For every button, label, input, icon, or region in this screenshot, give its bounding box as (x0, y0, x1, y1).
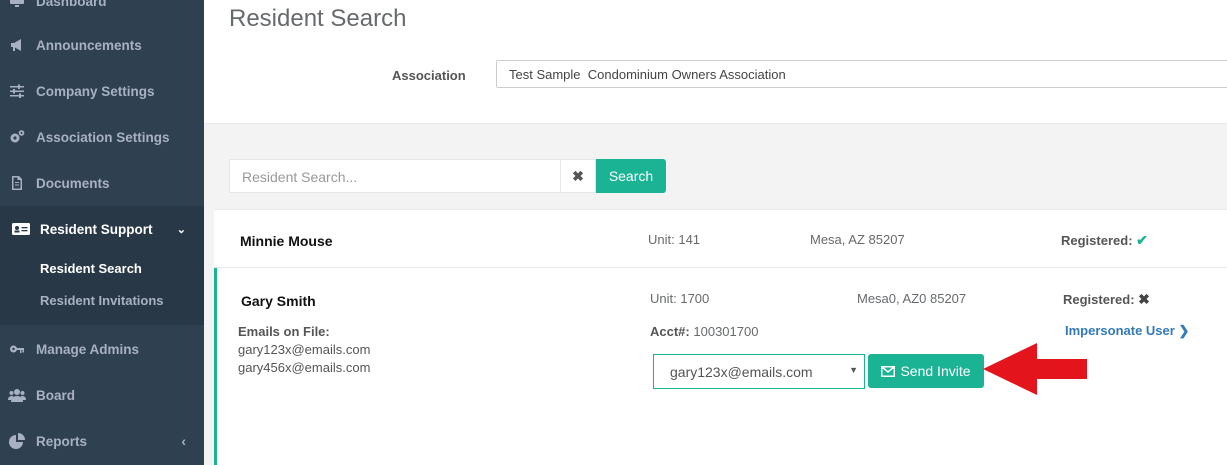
registered-label: Registered: (1063, 292, 1135, 307)
sidebar-item-label: Documents (36, 175, 110, 191)
chevron-down-icon: ⌄ (176, 223, 186, 236)
sidebar: Dashboard Announcements Company Settings… (0, 0, 204, 465)
resident-unit: Unit: 1700 (650, 291, 710, 306)
sidebar-item-label: Company Settings (36, 83, 155, 99)
acct-label: Acct#: (650, 324, 690, 339)
impersonate-user-link[interactable]: Impersonate User ❯ (1065, 323, 1189, 339)
association-value: Test Sample Condominium Owners Associati… (509, 67, 786, 82)
resident-unit: Unit: 141 (648, 232, 701, 247)
registered-label: Registered: (1061, 233, 1133, 248)
sidebar-item-label: Dashboard (36, 0, 107, 9)
page-title: Resident Search (229, 5, 407, 32)
send-invite-label: Send Invite (900, 363, 971, 379)
id-card-icon (12, 221, 30, 237)
sidebar-item-label: Reports (36, 433, 88, 449)
email-item: gary456x@emails.com (238, 360, 371, 375)
sidebar-subitem-resident-invitations[interactable]: Resident Invitations (40, 293, 164, 308)
chevron-left-icon: ‹ (181, 433, 186, 449)
acct-value: 100301700 (693, 324, 759, 339)
search-button[interactable]: Search (596, 159, 666, 193)
association-select[interactable]: Test Sample Condominium Owners Associati… (496, 60, 1227, 88)
sidebar-subitem-resident-search[interactable]: Resident Search (40, 261, 142, 276)
registration-status: Registered: ✖ (1063, 291, 1150, 308)
sidebar-item-resident-support[interactable]: Resident Support ⌄ (0, 206, 204, 252)
resident-name: Gary Smith (241, 293, 316, 309)
clear-search-button[interactable]: ✖ (561, 159, 596, 193)
sidebar-item-dashboard[interactable]: Dashboard (0, 0, 204, 24)
sliders-icon (8, 83, 26, 99)
sidebar-item-manage-admins[interactable]: Manage Admins (0, 326, 204, 372)
sidebar-item-announcements[interactable]: Announcements (0, 22, 204, 68)
close-icon: ✖ (572, 167, 584, 184)
sidebar-item-documents[interactable]: Documents (0, 160, 204, 206)
send-invite-button[interactable]: Send Invite (868, 354, 984, 388)
chevron-right-icon: ❯ (1178, 323, 1190, 338)
check-icon: ✔ (1136, 232, 1148, 248)
envelope-icon (881, 365, 896, 377)
search-placeholder: Resident Search... (242, 169, 358, 185)
resident-location: Mesa, AZ 85207 (810, 232, 905, 247)
association-label: Association (392, 68, 466, 83)
sidebar-item-board[interactable]: Board (0, 372, 204, 418)
resident-search-input[interactable]: Resident Search... (229, 159, 561, 193)
resident-location: Mesa0, AZ0 85207 (857, 291, 967, 306)
resident-name: Minnie Mouse (240, 233, 333, 249)
users-icon (8, 387, 26, 403)
sidebar-item-association-settings[interactable]: Association Settings (0, 114, 204, 160)
resident-card[interactable]: Minnie Mouse Unit: 141 Mesa, AZ 85207 Re… (214, 209, 1227, 268)
resident-support-submenu: Resident Search Resident Invitations (0, 252, 204, 325)
annotation-arrow (983, 343, 1087, 395)
megaphone-icon (8, 37, 26, 53)
sidebar-item-company-settings[interactable]: Company Settings (0, 68, 204, 114)
sidebar-item-reports[interactable]: Reports ‹ (0, 418, 204, 464)
pie-chart-icon (8, 433, 26, 449)
email-item: gary123x@emails.com (238, 342, 371, 357)
document-icon (8, 175, 26, 191)
cogs-icon (8, 129, 26, 145)
monitor-icon (8, 0, 26, 9)
emails-label: Emails on File: (238, 324, 330, 339)
page-header: Resident Search Association Test Sample … (204, 0, 1227, 124)
account-number: Acct#: 100301700 (650, 324, 758, 339)
registration-status: Registered: ✔ (1061, 232, 1148, 249)
search-button-label: Search (608, 168, 654, 184)
dropdown-arrow-icon: ▼ (849, 365, 858, 375)
key-icon (8, 341, 26, 357)
selected-email: gary123x@emails.com (670, 364, 813, 380)
invite-email-select[interactable]: gary123x@emails.com ▼ (653, 354, 865, 389)
sidebar-item-label: Resident Support (40, 221, 153, 237)
sidebar-item-label: Board (36, 387, 76, 403)
sidebar-item-label: Manage Admins (36, 341, 140, 357)
sidebar-item-label: Association Settings (36, 129, 170, 145)
x-icon: ✖ (1138, 291, 1150, 307)
sidebar-item-label: Announcements (36, 37, 142, 53)
impersonate-user-label: Impersonate User (1065, 323, 1175, 338)
